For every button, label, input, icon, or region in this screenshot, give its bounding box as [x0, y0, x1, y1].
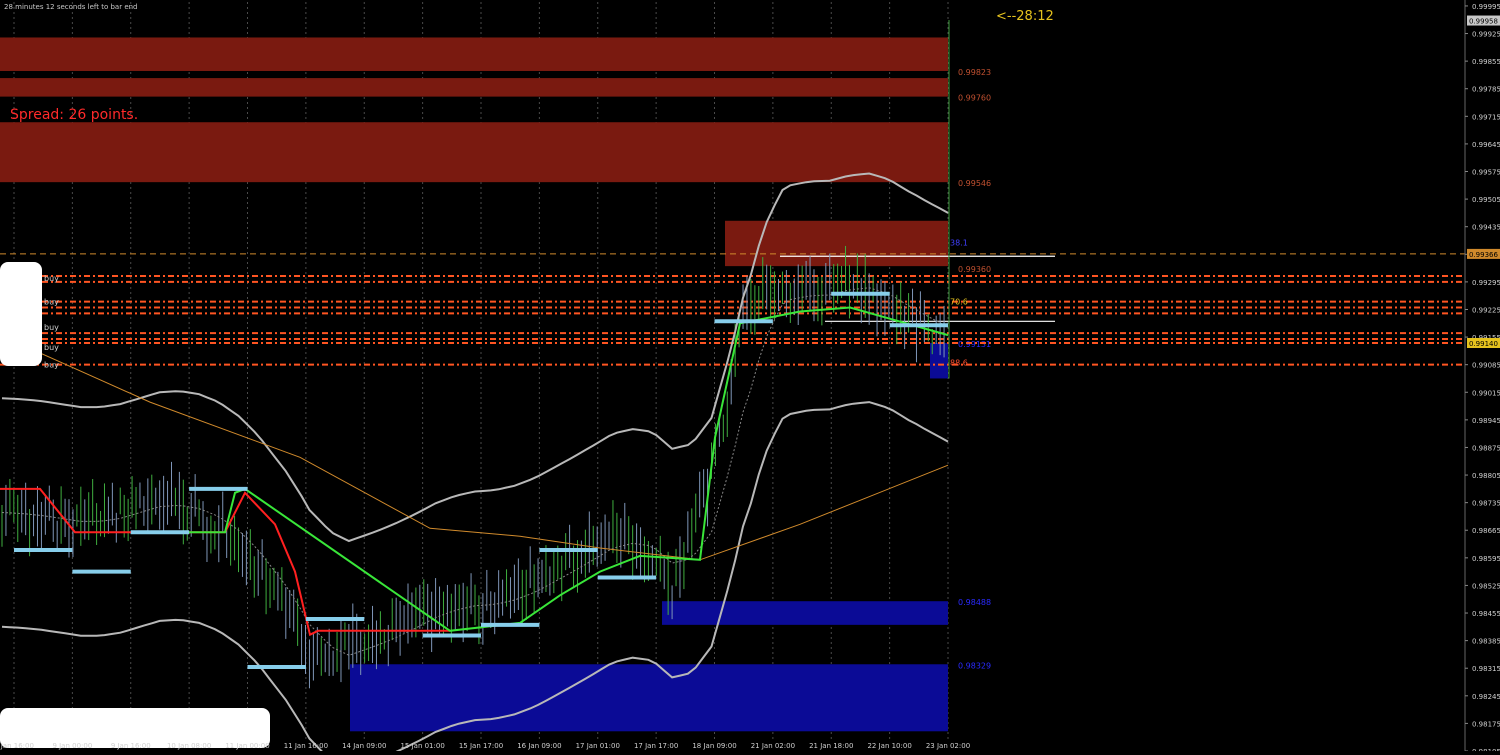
price-tick-label: 0.99505: [1472, 196, 1500, 204]
fib-label: 70.6: [950, 298, 968, 307]
price-tick-label: 0.99085: [1472, 362, 1500, 370]
price-tick-label: 0.99855: [1472, 58, 1500, 66]
supply-zone: [0, 78, 948, 97]
time-tick-label: 17 Jan 01:00: [576, 742, 620, 750]
price-tick-label: 0.99715: [1472, 113, 1500, 121]
zone-label: 0.99546: [958, 179, 991, 188]
time-tick-label: 23 Jan 02:00: [926, 742, 970, 750]
price-tag-label: 0.99366: [1469, 251, 1498, 259]
time-tick-label: 15 Jan 01:00: [400, 742, 444, 750]
signal-label: buy: [44, 343, 59, 352]
zone-label: 0.99131: [958, 340, 991, 349]
price-tick-label: 0.98735: [1472, 500, 1500, 508]
demand-zone: [350, 664, 948, 732]
signal-label: buy: [44, 361, 59, 370]
price-tag-label: 0.99958: [1469, 18, 1498, 26]
time-tick-label: 11 Jan 00:00: [225, 742, 269, 750]
time-tick-label: 16 Jan 09:00: [517, 742, 561, 750]
time-tick-label: 9 Jan 16:00: [111, 742, 151, 750]
zone-label: 0.98488: [958, 598, 991, 607]
price-tag-label: 0.99140: [1469, 340, 1498, 348]
price-tick-label: 0.99785: [1472, 86, 1500, 94]
bar-timer-text: 28 minutes 12 seconds left to bar end: [4, 3, 138, 11]
spread-label: Spread: 26 points.: [10, 107, 138, 123]
redaction-block: [0, 262, 42, 366]
zone-label: 0.99760: [958, 94, 991, 103]
price-tick-label: 0.99645: [1472, 141, 1500, 149]
price-chart[interactable]: 0.99823 0.99760 0.99546 0.99360 0.99131 0.984…: [0, 0, 1500, 755]
price-tick-label: 0.98525: [1472, 582, 1500, 590]
price-tick-label: 0.99225: [1472, 306, 1500, 314]
time-tick-label: 14 Jan 09:00: [342, 742, 386, 750]
price-tick-label: 0.98245: [1472, 693, 1500, 701]
price-tick-label: 0.98945: [1472, 417, 1500, 425]
fib-label: 38.1: [950, 238, 968, 247]
price-tick-label: 0.99015: [1472, 389, 1500, 397]
demand-zone: [662, 601, 948, 625]
signal-label: buy: [44, 323, 59, 332]
price-tick-label: 0.98175: [1472, 720, 1500, 728]
price-tick-label: 0.98385: [1472, 638, 1500, 646]
time-tick-label: 10 Jan 08:00: [167, 742, 211, 750]
signal-label: buy: [44, 298, 59, 307]
countdown-label: <--28:12: [996, 9, 1054, 24]
supply-zone: [0, 37, 948, 71]
time-tick-label: 8 Jan 16:00: [0, 742, 34, 750]
price-tick-label: 0.99295: [1472, 279, 1500, 287]
chart-background: [0, 0, 1500, 751]
time-tick-label: 21 Jan 18:00: [809, 742, 853, 750]
time-tick-label: 11 Jan 16:00: [284, 742, 328, 750]
price-tick-label: 0.98315: [1472, 665, 1500, 673]
price-tick-label: 0.99435: [1472, 224, 1500, 232]
zone-label: 0.98329: [958, 661, 991, 670]
price-tick-label: 0.98805: [1472, 472, 1500, 480]
time-tick-label: 9 Jan 00:00: [52, 742, 92, 750]
time-tick-label: 21 Jan 02:00: [751, 742, 795, 750]
supply-zone: [0, 122, 948, 183]
fib-label: 88.6: [950, 359, 968, 368]
price-tick-label: 0.98875: [1472, 444, 1500, 452]
supply-zone: [725, 220, 948, 267]
price-tick-label: 0.98455: [1472, 610, 1500, 618]
zone-label: 0.99823: [958, 68, 991, 77]
price-tick-label: 0.98595: [1472, 555, 1500, 563]
time-tick-label: 17 Jan 17:00: [634, 742, 678, 750]
price-tick-label: 0.99575: [1472, 169, 1500, 177]
time-tick-label: 18 Jan 09:00: [692, 742, 736, 750]
price-tick-label: 0.98665: [1472, 527, 1500, 535]
price-tick-label: 0.99925: [1472, 31, 1500, 39]
time-tick-label: 22 Jan 10:00: [867, 742, 911, 750]
time-tick-label: 15 Jan 17:00: [459, 742, 503, 750]
zone-label: 0.99360: [958, 265, 991, 274]
price-tick-label: 0.99995: [1472, 3, 1500, 11]
signal-label: buy: [44, 274, 59, 283]
chart-canvas[interactable]: 0.99823 0.99760 0.99546 0.99360 0.99131 0.984…: [0, 0, 1500, 755]
